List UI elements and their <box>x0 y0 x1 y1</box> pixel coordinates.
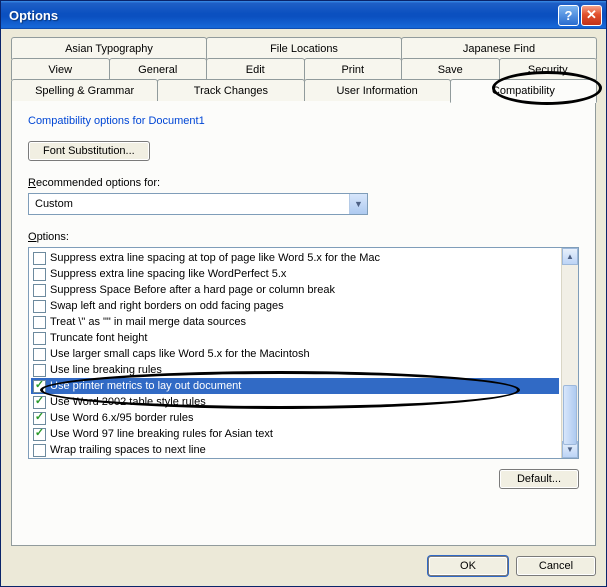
titlebar: Options ? ✕ <box>1 1 606 29</box>
option-label: Use Word 2002 table style rules <box>50 396 206 408</box>
option-item[interactable]: Wrap trailing spaces to next line <box>31 442 559 458</box>
option-label: Use Word 97 line breaking rules for Asia… <box>50 428 273 440</box>
dialog-button-row: OK Cancel <box>11 546 596 576</box>
option-item[interactable]: Use printer metrics to lay out document <box>31 378 559 394</box>
tab-track-changes[interactable]: Track Changes <box>157 79 304 101</box>
option-item[interactable]: Treat \" as "" in mail merge data source… <box>31 314 559 330</box>
option-checkbox[interactable] <box>33 268 46 281</box>
option-item[interactable]: Use Word 97 line breaking rules for Asia… <box>31 426 559 442</box>
option-label: Swap left and right borders on odd facin… <box>50 300 284 312</box>
option-checkbox[interactable] <box>33 300 46 313</box>
tab-security[interactable]: Security <box>499 58 598 80</box>
option-checkbox[interactable] <box>33 284 46 297</box>
tab-spelling-grammar[interactable]: Spelling & Grammar <box>11 79 158 101</box>
option-checkbox[interactable] <box>33 380 46 393</box>
tab-edit[interactable]: Edit <box>206 58 305 80</box>
option-checkbox[interactable] <box>33 444 46 457</box>
recommended-combo-value: Custom <box>29 198 349 210</box>
option-item[interactable]: Truncate font height <box>31 330 559 346</box>
vertical-scrollbar[interactable]: ▲ ▼ <box>561 248 578 458</box>
options-items: Suppress extra line spacing at top of pa… <box>29 248 561 458</box>
ok-button[interactable]: OK <box>428 556 508 576</box>
option-item[interactable]: Suppress extra line spacing like WordPer… <box>31 266 559 282</box>
option-label: Use printer metrics to lay out document <box>50 380 241 392</box>
option-label: Suppress Space Before after a hard page … <box>50 284 335 296</box>
option-item[interactable]: Use larger small caps like Word 5.x for … <box>31 346 559 362</box>
tab-file-locations[interactable]: File Locations <box>206 37 402 59</box>
tab-save[interactable]: Save <box>401 58 500 80</box>
options-dialog: Options ? ✕ Asian Typography File Locati… <box>0 0 607 587</box>
option-checkbox[interactable] <box>33 316 46 329</box>
default-button[interactable]: Default... <box>499 469 579 489</box>
help-button[interactable]: ? <box>558 5 579 26</box>
client-area: Asian Typography File Locations Japanese… <box>1 29 606 586</box>
option-label: Treat \" as "" in mail merge data source… <box>50 316 246 328</box>
options-listbox[interactable]: Suppress extra line spacing at top of pa… <box>28 247 579 459</box>
recommended-label: Recommended options for: <box>28 177 579 189</box>
help-icon: ? <box>565 8 573 23</box>
option-checkbox[interactable] <box>33 332 46 345</box>
close-icon: ✕ <box>586 7 597 23</box>
font-substitution-button[interactable]: Font Substitution... <box>28 141 150 161</box>
option-label: Wrap trailing spaces to next line <box>50 444 206 456</box>
scroll-thumb[interactable] <box>563 385 577 445</box>
tab-view[interactable]: View <box>11 58 110 80</box>
tab-compatibility[interactable]: Compatibility <box>450 79 597 103</box>
close-button[interactable]: ✕ <box>581 5 602 26</box>
scroll-track[interactable] <box>562 265 578 441</box>
option-checkbox[interactable] <box>33 252 46 265</box>
tab-user-information[interactable]: User Information <box>304 79 451 101</box>
option-item[interactable]: Suppress extra line spacing at top of pa… <box>31 250 559 266</box>
option-checkbox[interactable] <box>33 412 46 425</box>
option-checkbox[interactable] <box>33 396 46 409</box>
compatibility-panel: Compatibility options for Document1 Font… <box>11 101 596 546</box>
option-label: Use Word 6.x/95 border rules <box>50 412 193 424</box>
option-checkbox[interactable] <box>33 428 46 441</box>
option-checkbox[interactable] <box>33 348 46 361</box>
recommended-combo[interactable]: Custom ▼ <box>28 193 368 215</box>
option-item[interactable]: Swap left and right borders on odd facin… <box>31 298 559 314</box>
option-checkbox[interactable] <box>33 364 46 377</box>
panel-heading: Compatibility options for Document1 <box>28 115 579 127</box>
tab-strip: Asian Typography File Locations Japanese… <box>11 37 596 101</box>
option-label: Suppress extra line spacing at top of pa… <box>50 252 380 264</box>
window-title: Options <box>9 8 556 23</box>
option-item[interactable]: Suppress Space Before after a hard page … <box>31 282 559 298</box>
option-label: Use line breaking rules <box>50 364 162 376</box>
tab-asian-typography[interactable]: Asian Typography <box>11 37 207 59</box>
option-label: Truncate font height <box>50 332 147 344</box>
option-item[interactable]: Use Word 2002 table style rules <box>31 394 559 410</box>
tab-japanese-find[interactable]: Japanese Find <box>401 37 597 59</box>
option-item[interactable]: Use Word 6.x/95 border rules <box>31 410 559 426</box>
tab-print[interactable]: Print <box>304 58 403 80</box>
cancel-button[interactable]: Cancel <box>516 556 596 576</box>
tab-general[interactable]: General <box>109 58 208 80</box>
option-label: Suppress extra line spacing like WordPer… <box>50 268 286 280</box>
scroll-up-button[interactable]: ▲ <box>562 248 578 265</box>
option-item[interactable]: Use line breaking rules <box>31 362 559 378</box>
option-label: Use larger small caps like Word 5.x for … <box>50 348 310 360</box>
chevron-down-icon: ▼ <box>349 194 367 214</box>
options-label: Options: <box>28 231 579 243</box>
